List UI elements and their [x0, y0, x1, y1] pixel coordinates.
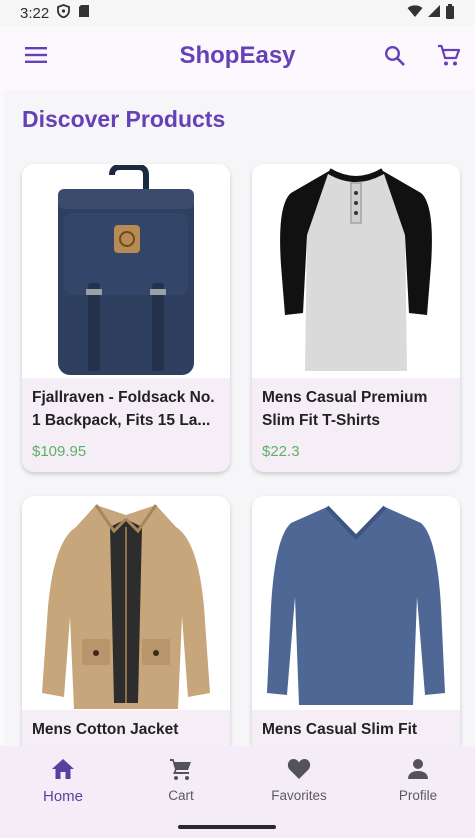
app-bar: ShopEasy — [0, 26, 475, 88]
product-title: Mens Cotton Jacket — [32, 721, 179, 738]
shield-status-icon — [57, 4, 71, 22]
product-image — [22, 496, 230, 710]
home-indicator[interactable] — [178, 825, 276, 829]
product-title: Mens Casual Slim Fit — [262, 721, 418, 738]
status-bar: 3:22 — [0, 0, 475, 26]
home-icon — [18, 756, 108, 782]
nav-label-profile: Profile — [398, 788, 438, 803]
cart-button[interactable] — [432, 42, 466, 74]
person-icon — [373, 756, 463, 782]
product-content: Discover Products Fjallraven - Foldsack … — [4, 90, 475, 746]
product-card[interactable]: Fjallraven - Foldsack No. 1 Backpack, Fi… — [22, 164, 230, 472]
product-card[interactable]: Mens Casual Slim Fit — [252, 496, 460, 746]
cart-icon — [136, 756, 226, 782]
search-button[interactable] — [378, 42, 412, 74]
nav-item-cart[interactable]: Cart — [136, 756, 226, 812]
signal-icon — [427, 4, 441, 22]
status-right — [407, 3, 455, 23]
search-icon — [384, 45, 406, 72]
nav-item-favorites[interactable]: Favorites — [254, 756, 344, 812]
nav-item-home[interactable]: Home — [18, 756, 108, 812]
product-image — [252, 164, 460, 378]
jacket-image — [42, 504, 210, 709]
product-card[interactable]: Mens Cotton Jacket — [22, 496, 230, 746]
heart-icon — [254, 756, 344, 782]
product-image — [252, 496, 460, 710]
product-price: $22.3 — [262, 443, 300, 460]
battery-icon — [445, 3, 455, 23]
nav-label-favorites: Favorites — [271, 788, 327, 803]
longsleeve-shirt-image — [267, 505, 445, 705]
raglan-tshirt-image — [280, 168, 432, 371]
backpack-image — [58, 165, 194, 375]
product-grid: Fjallraven - Foldsack No. 1 Backpack, Fi… — [4, 90, 475, 746]
status-time: 3:22 — [20, 4, 50, 22]
product-price: $109.95 — [32, 443, 87, 460]
product-card[interactable]: Mens Casual Premium Slim Fit T-Shirts $2… — [252, 164, 460, 472]
status-left: 3:22 — [20, 4, 90, 22]
nav-label-cart: Cart — [168, 788, 194, 803]
nav-label-home: Home — [42, 788, 83, 805]
cart-icon — [437, 44, 461, 73]
wifi-icon — [407, 4, 423, 22]
nav-item-profile[interactable]: Profile — [373, 756, 463, 812]
product-title: Fjallraven - Foldsack No. 1 Backpack, Fi… — [32, 389, 215, 429]
product-image — [22, 164, 230, 378]
sd-card-icon — [78, 4, 90, 22]
product-title: Mens Casual Premium Slim Fit T-Shirts — [262, 389, 428, 429]
